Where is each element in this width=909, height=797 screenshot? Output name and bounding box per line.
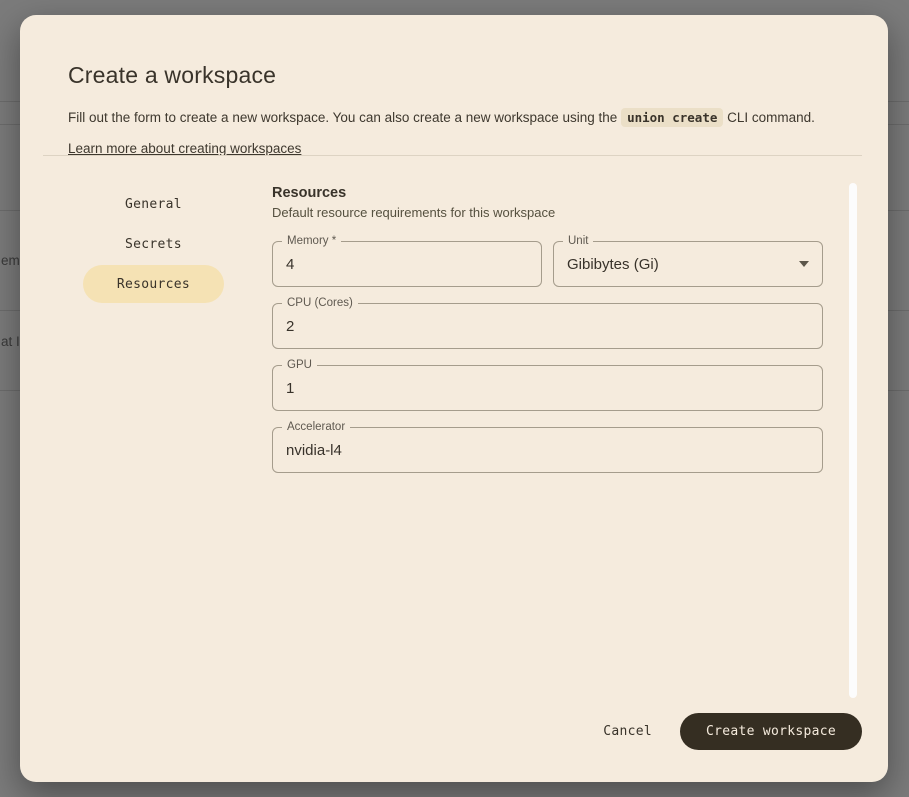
cpu-field-label: CPU (Cores) [282, 297, 358, 310]
create-workspace-dialog: Create a workspace Fill out the form to … [20, 15, 888, 782]
resources-form: Memory * Unit Gibibytes (Gi) CPU (Cores)… [272, 241, 823, 473]
nav-item-secrets[interactable]: Secrets [83, 225, 224, 263]
create-workspace-button[interactable]: Create workspace [680, 713, 862, 750]
learn-more-link[interactable]: Learn more about creating workspaces [68, 141, 301, 156]
cpu-field: CPU (Cores) [272, 303, 823, 349]
gpu-input[interactable] [273, 366, 822, 410]
dialog-title: Create a workspace [68, 62, 276, 89]
nav-item-general[interactable]: General [83, 185, 224, 223]
scrollbar-thumb[interactable] [849, 183, 857, 698]
unit-select-value: Gibibytes (Gi) [567, 242, 659, 286]
resources-section: Resources Default resource requirements … [272, 185, 823, 489]
gpu-field-label: GPU [282, 359, 317, 372]
accelerator-field-label: Accelerator [282, 421, 350, 434]
gpu-field: GPU [272, 365, 823, 411]
dialog-footer: Cancel Create workspace [591, 713, 862, 750]
cli-command-chip: union create [621, 108, 723, 127]
chevron-down-icon [799, 261, 809, 267]
accelerator-field: Accelerator [272, 427, 823, 473]
cancel-button[interactable]: Cancel [591, 713, 664, 750]
header-divider [43, 155, 862, 156]
memory-field: Memory * [272, 241, 542, 287]
description-text: CLI command. [723, 110, 815, 125]
memory-field-label: Memory * [282, 235, 341, 248]
dialog-description: Fill out the form to create a new worksp… [68, 109, 858, 127]
section-title: Resources [272, 185, 823, 201]
accelerator-input[interactable] [273, 428, 822, 472]
memory-input[interactable] [273, 242, 541, 286]
description-text: Fill out the form to create a new worksp… [68, 110, 621, 125]
nav-item-resources[interactable]: Resources [83, 265, 224, 303]
dialog-nav: General Secrets Resources [83, 185, 224, 305]
section-subtitle: Default resource requirements for this w… [272, 205, 823, 220]
cpu-input[interactable] [273, 304, 822, 348]
unit-select[interactable]: Unit Gibibytes (Gi) [553, 241, 823, 287]
